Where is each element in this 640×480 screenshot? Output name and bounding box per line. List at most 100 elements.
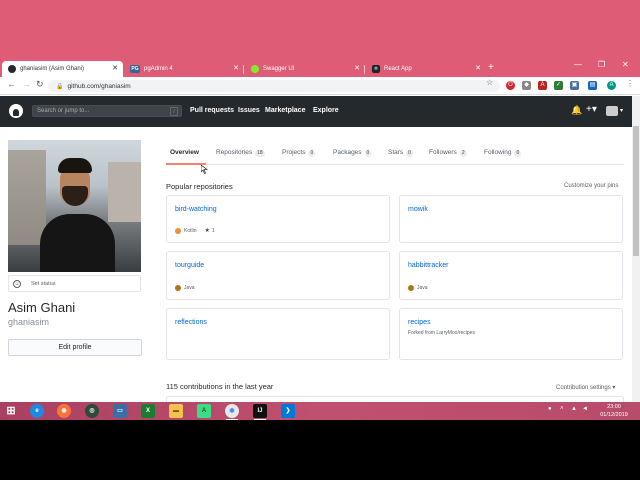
repo-link[interactable]: recipes (408, 319, 431, 326)
screen: ghaniasim (Asim Ghani) ✕ PG pgAdmin 4 ✕ … (0, 0, 640, 420)
minimize-button[interactable]: — (574, 60, 582, 69)
forward-icon[interactable]: → (22, 79, 31, 89)
repo-meta: Java (408, 285, 428, 291)
app-circle-icon[interactable]: ◎ (85, 404, 99, 418)
close-icon[interactable]: ✕ (112, 64, 118, 72)
android-studio-icon[interactable]: A (197, 404, 211, 418)
volume-icon[interactable]: ◄ (582, 406, 588, 412)
lock-icon: 🔒 (56, 83, 64, 90)
pdf-extension-icon[interactable]: A (538, 81, 547, 90)
forked-from-text[interactable]: Forked from LarryMoo/recipes (408, 330, 475, 336)
repo-link[interactable]: bird-watching (175, 206, 217, 213)
repo-link[interactable]: reflections (175, 319, 207, 326)
internet-explorer-icon[interactable]: e (30, 404, 44, 418)
taskbar-clock[interactable]: 23:00 01/12/2019 (594, 403, 634, 419)
back-icon[interactable]: ← (7, 79, 16, 89)
close-icon[interactable]: ✕ (354, 64, 360, 72)
close-window-button[interactable]: ✕ (622, 60, 629, 69)
tab-projects[interactable]: Projects 0 (282, 149, 316, 161)
nav-issues[interactable]: Issues (238, 107, 260, 114)
github-logo-icon[interactable] (9, 104, 23, 118)
nav-explore[interactable]: Explore (313, 107, 339, 114)
intellij-icon[interactable]: IJ (253, 404, 267, 420)
search-input[interactable]: Search or jump to... / (32, 105, 182, 117)
tab-title: React App (384, 66, 412, 72)
repo-stars[interactable]: 1 (212, 228, 215, 234)
profile-username: ghaniasim (8, 317, 50, 327)
wifi-icon[interactable]: ▲ (571, 406, 577, 412)
selected-tab-underline (166, 163, 206, 165)
repo-language: Java (417, 285, 428, 291)
pgadmin-favicon-icon: PG (130, 65, 140, 73)
github-favicon-icon (8, 65, 16, 73)
set-status-label: Set status (31, 280, 56, 287)
excel-icon[interactable]: X (141, 404, 155, 418)
repo-meta: Java (175, 285, 195, 291)
repo-meta: Kotlin ★ 1 (175, 227, 215, 234)
language-color-dot (408, 285, 414, 291)
file-explorer-icon[interactable]: ▬ (169, 404, 183, 418)
close-icon[interactable]: ✕ (475, 64, 481, 72)
new-tab-button[interactable]: + (488, 62, 494, 73)
set-status-button[interactable]: ☺ Set status (8, 275, 141, 292)
address-bar[interactable]: 🔒 github.com/ghaniasim (48, 80, 500, 92)
maximize-button[interactable]: ❐ (598, 60, 605, 69)
count-badge: 2 (459, 150, 467, 157)
tab-repositories[interactable]: Repositories 18 (216, 149, 265, 161)
count-badge: 0 (308, 150, 316, 157)
tab-swagger[interactable]: Swagger UI ✕ (245, 61, 365, 77)
monitor-icon[interactable]: ▭ (113, 404, 127, 418)
repo-language: Kotlin (184, 227, 197, 234)
tab-overview[interactable]: Overview (170, 149, 199, 161)
user-avatar-menu[interactable] (606, 106, 618, 116)
camera-extension-icon[interactable]: ▣ (570, 81, 579, 90)
repo-card: recipes Forked from LarryMoo/recipes (399, 308, 623, 360)
profile-full-name: Asim Ghani (8, 300, 76, 315)
repo-link[interactable]: habbittracker (408, 262, 448, 269)
star-icon: ★ (204, 228, 210, 234)
count-badge: 18 (255, 150, 265, 157)
network-status-icon[interactable]: ● (548, 406, 552, 412)
repo-card: habbittracker Java (399, 251, 623, 300)
vscode-icon[interactable]: ❯ (281, 404, 295, 418)
clock-date: 01/12/2019 (600, 412, 628, 418)
tab-following[interactable]: Following 0 (484, 149, 522, 161)
tab-pgadmin[interactable]: PG pgAdmin 4 ✕ (124, 61, 244, 77)
nav-pull-requests[interactable]: Pull requests (190, 107, 234, 114)
firefox-icon[interactable]: ◉ (57, 404, 71, 418)
customize-pins-link[interactable]: Customize your pins (564, 183, 618, 189)
tab-react-app[interactable]: ⚛ React App ✕ (366, 61, 486, 77)
tab-github[interactable]: ghaniasim (Asim Ghani) ✕ (2, 61, 123, 77)
windows-start-icon[interactable]: ⊞ (4, 404, 18, 418)
profile-avatar[interactable]: A (607, 81, 616, 90)
edit-profile-button[interactable]: Edit profile (8, 339, 142, 356)
reload-icon[interactable]: ↻ (36, 79, 44, 90)
tab-followers[interactable]: Followers 2 (429, 149, 467, 161)
chevron-up-icon[interactable]: ˄ (560, 406, 564, 412)
repo-link[interactable]: tourguide (175, 262, 204, 269)
tab-packages[interactable]: Packages 0 (333, 149, 372, 161)
chevron-down-icon[interactable]: ▾ (620, 107, 623, 114)
react-favicon-icon: ⚛ (372, 65, 380, 73)
menu-dots-icon[interactable]: ⋮ (626, 79, 634, 88)
chrome-icon[interactable]: ◉ (225, 404, 239, 420)
letterbox-bar (0, 420, 640, 480)
url-text: github.com/ghaniasim (67, 82, 131, 90)
opera-extension-icon[interactable]: O (506, 81, 515, 90)
nav-marketplace[interactable]: Marketplace (265, 107, 305, 114)
search-shortcut-badge: / (170, 107, 178, 116)
close-icon[interactable]: ✕ (233, 64, 239, 72)
bookmark-star-icon[interactable]: ☆ (486, 78, 493, 87)
language-color-dot (175, 227, 181, 234)
notification-bell-icon[interactable]: 🔔 (571, 105, 582, 116)
repo-link[interactable]: mowik (408, 206, 428, 213)
tab-stars[interactable]: Stars 0 (388, 149, 413, 161)
scrollbar-thumb[interactable] (633, 126, 639, 256)
count-badge: 0 (406, 150, 413, 157)
extension-icon[interactable]: ▤ (588, 81, 597, 90)
profile-avatar-photo[interactable] (8, 140, 141, 272)
extension-icon[interactable]: ◆ (522, 81, 531, 90)
create-new-plus-icon[interactable]: +▾ (586, 104, 597, 115)
sheet-extension-icon[interactable]: ✓ (554, 81, 563, 90)
contribution-settings-dropdown[interactable]: Contribution settings ▾ (556, 384, 615, 391)
